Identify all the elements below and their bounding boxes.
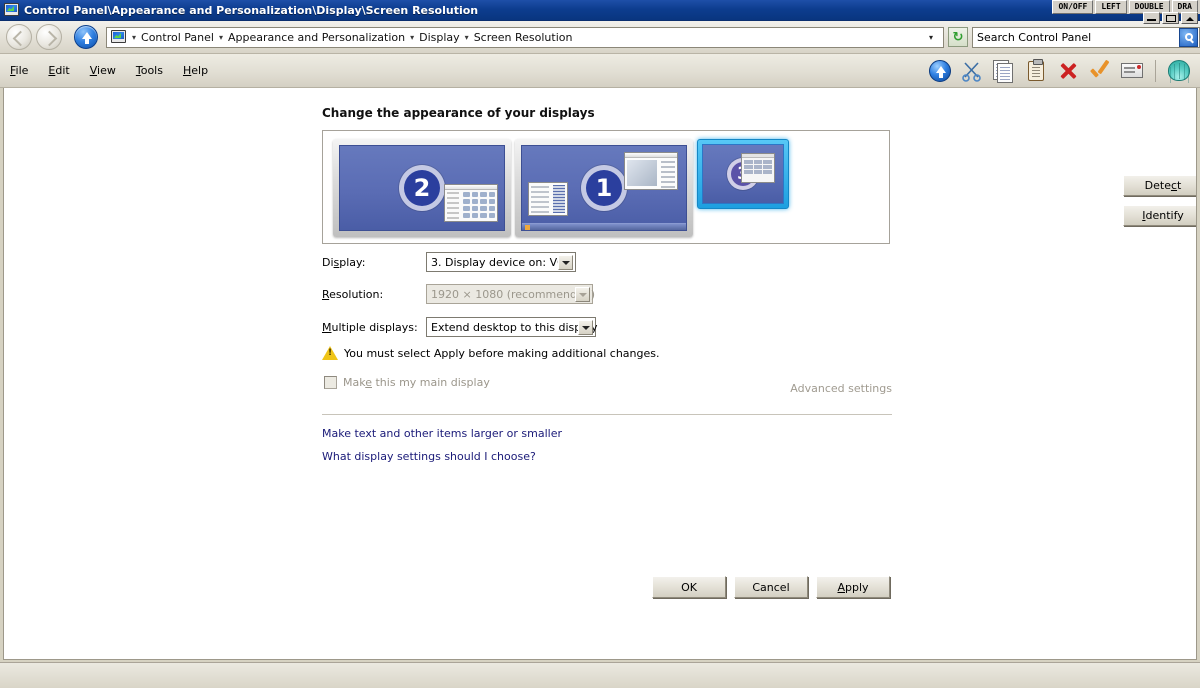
cut-scissors-icon[interactable]: [959, 58, 985, 84]
multiple-displays-field-row: Multiple displays: Extend desktop to thi…: [322, 317, 598, 337]
minimize-icon[interactable]: [1143, 12, 1160, 24]
shell-icon[interactable]: [1166, 58, 1192, 84]
grid-window-icon: [741, 153, 775, 183]
navigation-bar: ▾ Control Panel ▾ Appearance and Persona…: [0, 21, 1200, 54]
delete-x-icon[interactable]: [1055, 58, 1081, 84]
multiple-displays-label: Multiple displays:: [322, 320, 418, 334]
restore-up-icon[interactable]: [1181, 12, 1198, 24]
confirm-check-icon[interactable]: [1087, 58, 1113, 84]
menu-item-tools[interactable]: Tools: [126, 61, 173, 80]
display-label: Display:: [322, 255, 366, 269]
breadcrumb-item-display[interactable]: Display: [416, 30, 463, 45]
search-field[interactable]: [973, 28, 1179, 46]
multiple-displays-select-value: Extend desktop to this display: [431, 320, 598, 334]
menu-item-help[interactable]: Help: [173, 61, 218, 80]
overlay-button-onoff[interactable]: ON/OFF: [1052, 0, 1094, 14]
breadcrumb[interactable]: ▾ Control Panel ▾ Appearance and Persona…: [106, 26, 944, 48]
toolbar-icons: [927, 58, 1200, 84]
detect-button[interactable]: Dete c t: [1123, 175, 1196, 196]
toolbar-divider: [1155, 59, 1156, 82]
refresh-icon[interactable]: ↻: [948, 27, 968, 47]
chevron-down-icon[interactable]: [578, 320, 593, 335]
up-arrow-icon[interactable]: [74, 25, 98, 49]
resolution-select: 1920 × 1080 (recommended): [426, 284, 596, 304]
back-arrow-icon[interactable]: [6, 24, 32, 50]
divider: [322, 414, 892, 415]
menu-item-edit[interactable]: Edit: [38, 61, 79, 80]
breadcrumb-separator: ▾: [410, 32, 415, 42]
menu-item-file[interactable]: File: [0, 61, 38, 80]
window-preview-icon: [624, 152, 678, 190]
window-controls[interactable]: [1143, 12, 1198, 24]
overlay-button-left[interactable]: LEFT: [1095, 0, 1127, 14]
display-thumbnail-3[interactable]: 3: [697, 139, 789, 209]
calendar-window-icon: [444, 184, 498, 222]
display-select[interactable]: 3. Display device on: VGA: [426, 252, 576, 272]
main-display-checkbox-row: Make this my main display: [324, 376, 490, 389]
link-make-text-larger[interactable]: Make text and other items larger or smal…: [322, 427, 562, 440]
main-display-checkbox-label: Make this my main display: [343, 376, 490, 389]
breadcrumb-item-control-panel[interactable]: Control Panel: [138, 30, 217, 45]
display-monitor-icon: [4, 3, 20, 17]
resolution-field-row: Resolution: 1920 × 1080 (recommended): [322, 284, 596, 304]
display-thumbnail-1[interactable]: 1: [515, 139, 693, 237]
breadcrumb-item-screen-resolution[interactable]: Screen Resolution: [471, 30, 576, 45]
display-thumbnail-2[interactable]: 2: [333, 139, 511, 237]
display-field-row: Display: 3. Display device on: VGA: [322, 252, 576, 272]
main-display-checkbox: [324, 376, 337, 389]
warning-message: You must select Apply before making addi…: [322, 346, 659, 360]
menu-bar: File Edit View Tools Help: [0, 54, 1200, 88]
display-number-1: 1: [581, 165, 627, 211]
ok-button[interactable]: OK: [652, 576, 726, 598]
status-bar: [0, 662, 1200, 688]
menu-item-view[interactable]: View: [80, 61, 126, 80]
apply-button[interactable]: Apply: [816, 576, 890, 598]
dialog-buttons: OK Cancel Apply: [652, 576, 890, 598]
cancel-button[interactable]: Cancel: [734, 576, 808, 598]
display-arrangement-panel[interactable]: 2 1 Dete c t I dentify: [322, 130, 1196, 244]
page-title: Change the appearance of your displays: [322, 106, 595, 120]
forward-arrow-icon[interactable]: [36, 24, 62, 50]
taskbar-preview: [522, 223, 686, 230]
breadcrumb-separator: ▾: [132, 32, 137, 42]
resolution-select-value: 1920 × 1080 (recommended): [431, 287, 596, 301]
chevron-down-icon[interactable]: ▾: [923, 33, 939, 42]
identify-button[interactable]: Identify: [1123, 205, 1196, 226]
address-monitor-icon: [111, 30, 127, 44]
window-title: Control Panel\Appearance and Personaliza…: [24, 3, 479, 17]
warning-triangle-icon: [322, 346, 338, 360]
chevron-down-icon[interactable]: [558, 255, 573, 270]
display-select-value: 3. Display device on: VGA: [431, 255, 574, 269]
warning-text: You must select Apply before making addi…: [344, 346, 660, 360]
breadcrumb-item-appearance[interactable]: Appearance and Personalization: [225, 30, 408, 45]
copy-icon[interactable]: [991, 58, 1017, 84]
multiple-displays-select[interactable]: Extend desktop to this display: [426, 317, 598, 337]
link-what-display-settings[interactable]: What display settings should I choose?: [322, 450, 536, 463]
maximize-icon[interactable]: [1162, 12, 1179, 24]
screen-resolution-window: Control Panel\Appearance and Personaliza…: [0, 0, 1200, 688]
search-input[interactable]: [972, 26, 1200, 48]
advanced-settings-link[interactable]: Advanced settings: [790, 382, 892, 395]
chevron-down-icon: [575, 287, 590, 302]
content-area: Change the appearance of your displays 2: [3, 88, 1197, 660]
mail-envelope-icon[interactable]: [1119, 58, 1145, 84]
up-arrow-icon[interactable]: [927, 58, 953, 84]
gadget-panel-icon: [528, 182, 568, 216]
title-bar: Control Panel\Appearance and Personaliza…: [0, 0, 1200, 21]
paste-clipboard-icon[interactable]: [1023, 58, 1049, 84]
breadcrumb-separator: ▾: [218, 32, 223, 42]
search-icon[interactable]: [1179, 27, 1198, 47]
display-number-2: 2: [399, 165, 445, 211]
breadcrumb-separator: ▾: [464, 32, 469, 42]
resolution-label: Resolution:: [322, 287, 384, 301]
